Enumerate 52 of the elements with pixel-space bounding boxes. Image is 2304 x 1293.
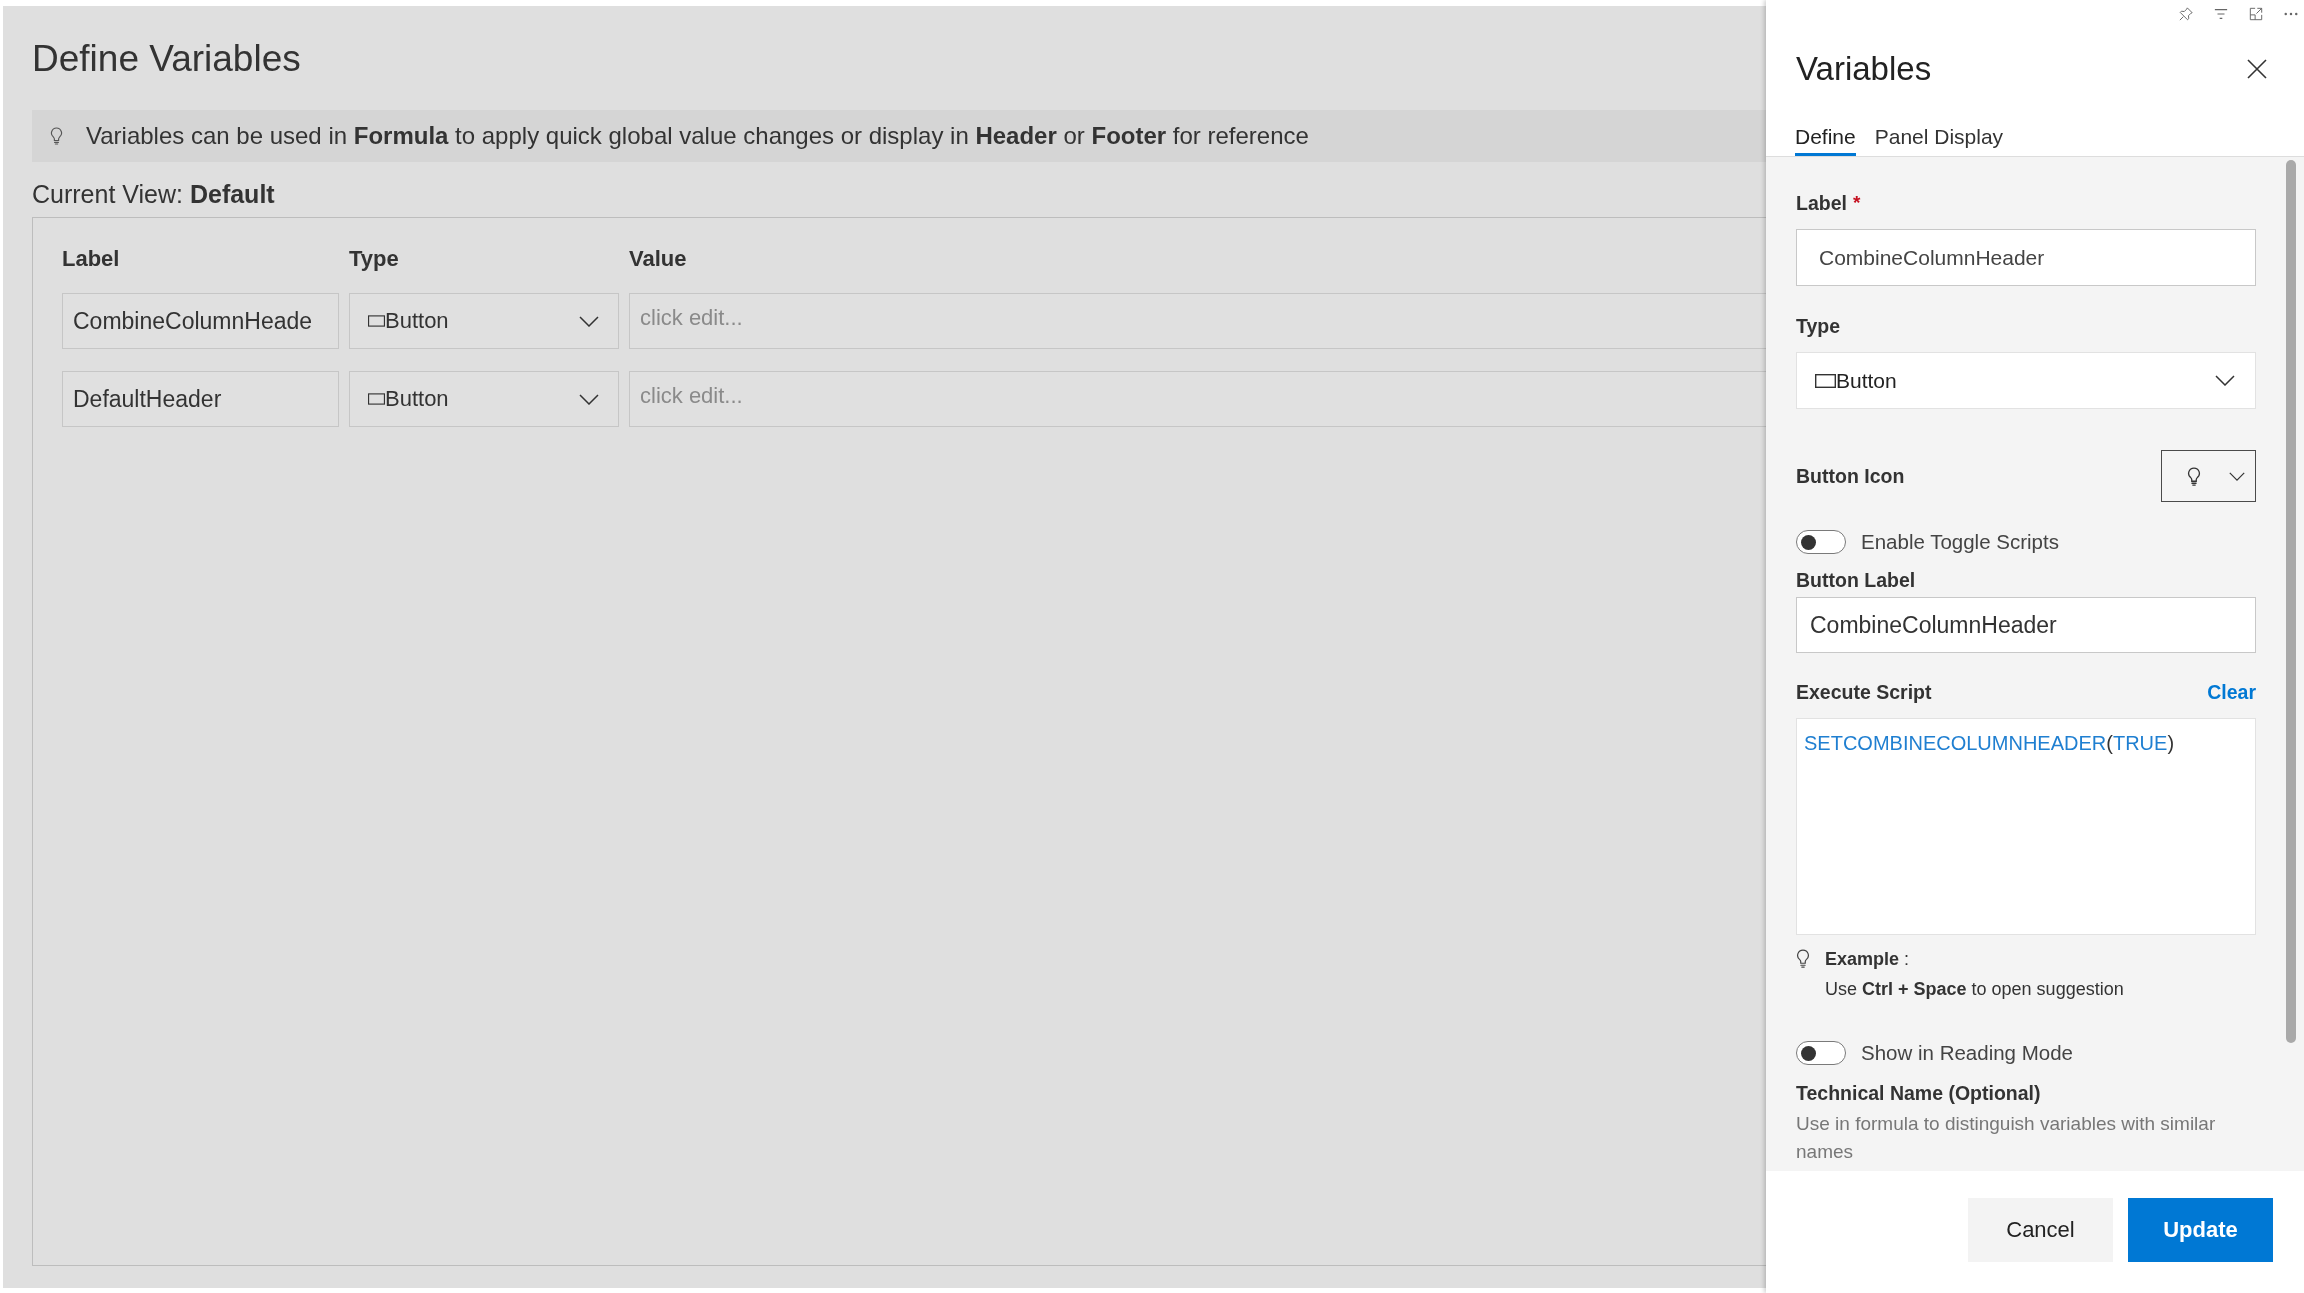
label-input[interactable]: CombineColumnHeade (62, 293, 339, 349)
rectangle-icon (1815, 373, 1836, 388)
column-header: Label (62, 247, 120, 271)
tab[interactable]: Panel Display (1874, 125, 2004, 156)
panel-title: Variables (1796, 50, 1932, 88)
clear-link[interactable]: Clear (2207, 680, 2256, 704)
update-button[interactable]: Update (2128, 1198, 2273, 1262)
value-input[interactable]: click edit... (629, 293, 1766, 349)
field-label: Technical Name (Optional) (1796, 1081, 2041, 1105)
filter-icon[interactable] (2214, 7, 2228, 21)
value-input[interactable]: click edit... (629, 371, 1766, 427)
toggle-label: Enable Toggle Scripts (1861, 530, 2059, 554)
label-input[interactable]: DefaultHeader (62, 371, 339, 427)
chevron-down-icon (2215, 375, 2235, 386)
field-label: Execute Script (1796, 680, 1932, 704)
text-input[interactable]: CombineColumnHeader (1796, 229, 2256, 286)
hint-title: Example : (1825, 948, 1910, 971)
scrollbar-thumb[interactable] (2286, 160, 2296, 1043)
rectangle-icon (368, 393, 385, 405)
script-editor[interactable]: SETCOMBINECOLUMNHEADER(TRUE) (1796, 718, 2256, 935)
cancel-button[interactable]: Cancel (1968, 1198, 2113, 1262)
lightbulb-icon (1796, 949, 1810, 968)
page-title: Define Variables (32, 38, 301, 80)
toggle-switch[interactable] (1796, 530, 1846, 554)
chevron-down-icon (579, 393, 599, 405)
field-description: Use in formula to distinguish variables with similar names (1796, 1112, 2217, 1164)
field-label: Label (1796, 191, 1847, 215)
toggle-label: Show in Reading Mode (1861, 1041, 2073, 1065)
expand-icon[interactable] (2249, 7, 2263, 21)
close-icon[interactable] (2247, 59, 2267, 79)
chevron-down-icon (2229, 471, 2245, 481)
field-label: Button Label (1796, 568, 1916, 592)
text-input[interactable]: CombineColumnHeader (1796, 597, 2256, 653)
pin-icon[interactable] (2179, 7, 2193, 21)
icon-picker[interactable] (2161, 450, 2256, 502)
required-asterisk: * (1852, 191, 1861, 215)
lightbulb-icon (2187, 466, 2201, 486)
column-header: Value (629, 247, 687, 271)
type-select[interactable]: Button (349, 293, 619, 349)
type-select[interactable]: Button (349, 371, 619, 427)
more-icon[interactable] (2284, 12, 2298, 16)
toggle-switch[interactable] (1796, 1041, 1846, 1065)
field-label: Type (1796, 314, 1841, 338)
type-select[interactable]: Button (1796, 352, 2256, 409)
current-view-text: Current View: Default (32, 179, 275, 209)
chevron-down-icon (579, 315, 599, 327)
column-header: Type (349, 247, 399, 271)
field-label: Button Icon (1796, 464, 1905, 488)
info-text: Variables can be used in Formula to apply quick global value changes or display in Header or Footer for reference (86, 122, 1309, 150)
rectangle-icon (368, 315, 385, 327)
lightbulb-icon (50, 127, 63, 145)
hint-text: Use Ctrl + Space to open suggestion (1825, 978, 2124, 1001)
